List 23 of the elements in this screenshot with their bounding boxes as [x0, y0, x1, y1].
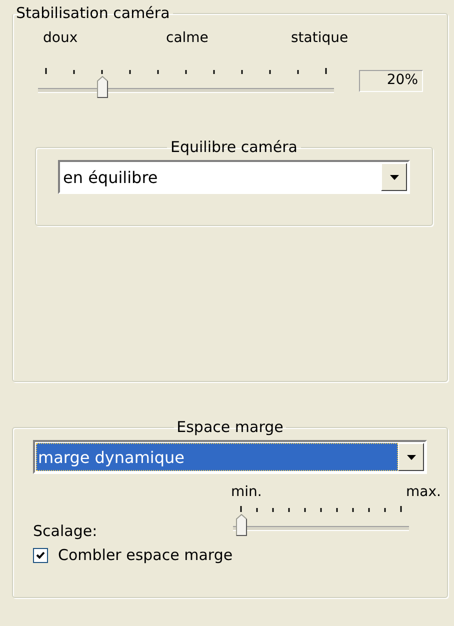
caret-icon [390, 174, 398, 180]
dropdown-value: en équilibre [62, 166, 159, 188]
scale-label: max. [406, 484, 441, 500]
caret-icon [406, 454, 416, 460]
dropdown-button[interactable] [398, 443, 424, 471]
dropdown-value: marge dynamique [36, 443, 398, 471]
scale-label: statique [291, 30, 348, 46]
dropdown[interactable]: marge dynamique [33, 440, 427, 474]
checkbox[interactable] [33, 548, 48, 562]
field-label: Scalage: [33, 522, 98, 540]
dropdown[interactable]: en équilibre [58, 160, 410, 194]
checkmark-icon [36, 550, 45, 560]
scale-label: calme [166, 30, 208, 46]
slider-thumb[interactable] [96, 76, 108, 98]
group-title: Espace marge [176, 418, 284, 436]
value-readout: 20% [359, 70, 423, 92]
checkbox-label[interactable]: Combler espace marge [58, 546, 233, 564]
scale-label: min. [231, 484, 262, 500]
group-title: Equilibre caméra [169, 138, 298, 156]
scale-label: doux [43, 30, 78, 46]
group-title: Stabilisation caméra [15, 4, 171, 22]
dropdown-button[interactable] [381, 163, 407, 191]
slider-thumb[interactable] [236, 514, 246, 536]
